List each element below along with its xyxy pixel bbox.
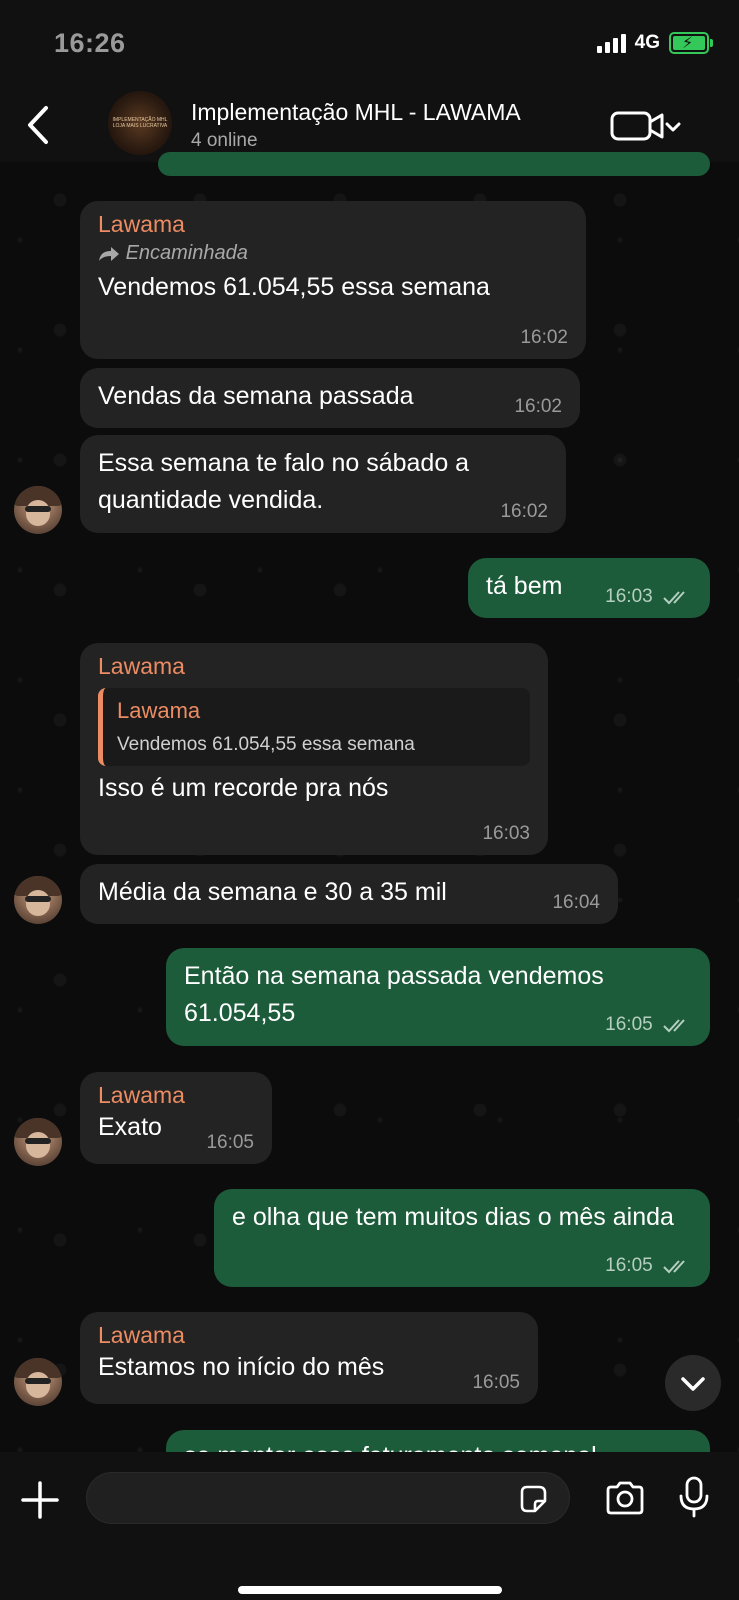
message-time: 16:03 bbox=[605, 586, 653, 607]
forward-arrow-icon bbox=[99, 246, 119, 261]
quoted-text: Vendemos 61.054,55 essa semana bbox=[117, 734, 415, 755]
message-bubble-incoming[interactable]: Vendas da semana passada 16:02 bbox=[80, 368, 580, 428]
chevron-down-icon bbox=[681, 1377, 705, 1391]
message-time: 16:05 bbox=[605, 1255, 653, 1276]
message-bubble-incoming[interactable]: Lawama Exato 16:05 bbox=[80, 1072, 272, 1164]
message-bubble-incoming[interactable]: Lawama Lawama Vendemos 61.054,55 essa se… bbox=[80, 643, 548, 855]
network-label: 4G bbox=[634, 32, 660, 53]
avatar[interactable] bbox=[14, 1118, 62, 1166]
message-bubble-incoming[interactable]: Média da semana e 30 a 35 mil 16:04 bbox=[80, 864, 618, 924]
group-avatar[interactable]: IMPLEMENTAÇÃO MHL LOJA MAIS LUCRATIVA bbox=[108, 91, 172, 155]
message-bubble-outgoing[interactable]: Então na semana passada vendemos 61.054,… bbox=[166, 948, 710, 1046]
message-bubble-outgoing[interactable]: e olha que tem muitos dias o mês ainda 1… bbox=[214, 1189, 710, 1287]
composer-bar bbox=[0, 1452, 739, 1600]
message-time: 16:02 bbox=[514, 396, 562, 417]
message-bubble-incoming[interactable]: Essa semana te falo no sábado a quantida… bbox=[80, 435, 566, 533]
group-logo-text: IMPLEMENTAÇÃO MHL LOJA MAIS LUCRATIVA bbox=[112, 117, 168, 129]
message-time: 16:03 bbox=[482, 823, 530, 844]
sender-name[interactable]: Lawama bbox=[98, 653, 530, 680]
message-text: Essa semana te falo no sábado a quantida… bbox=[98, 449, 470, 514]
plus-icon[interactable] bbox=[20, 1480, 60, 1520]
message-time: 16:05 bbox=[472, 1372, 520, 1393]
double-check-icon bbox=[663, 591, 685, 605]
message-text: Vendas da semana passada bbox=[98, 382, 414, 410]
status-bar: 16:26 4G ⚡ bbox=[0, 0, 739, 90]
message-text: e olha que tem muitos dias o mês ainda bbox=[232, 1203, 674, 1231]
avatar[interactable] bbox=[14, 1358, 62, 1406]
message-time: 16:05 bbox=[206, 1132, 254, 1153]
avatar[interactable] bbox=[14, 486, 62, 534]
message-input[interactable] bbox=[86, 1472, 570, 1524]
sticker-icon[interactable] bbox=[518, 1484, 548, 1514]
forwarded-label: Encaminhada bbox=[98, 242, 568, 265]
scroll-down-button[interactable] bbox=[665, 1355, 721, 1411]
message-bubble-outgoing[interactable] bbox=[158, 152, 710, 176]
message-bubble-incoming[interactable]: Lawama Encaminhada Vendemos 61.054,55 es… bbox=[80, 201, 586, 359]
message-text: Média da semana e 30 a 35 mil bbox=[98, 878, 447, 906]
double-check-icon bbox=[663, 1019, 685, 1033]
message-time: 16:05 bbox=[605, 1014, 653, 1035]
battery-icon: ⚡ bbox=[669, 32, 713, 54]
message-time: 16:02 bbox=[500, 501, 548, 522]
message-bubble-incoming[interactable]: Lawama Estamos no início do mês 16:05 bbox=[80, 1312, 538, 1404]
home-indicator bbox=[238, 1586, 502, 1594]
chat-subtitle: 4 online bbox=[191, 130, 258, 151]
chevron-down-icon bbox=[665, 122, 681, 132]
camera-icon[interactable] bbox=[604, 1480, 646, 1516]
message-text: Isso é um recorde pra nós bbox=[98, 774, 389, 802]
quoted-message[interactable]: Lawama Vendemos 61.054,55 essa semana bbox=[98, 688, 530, 766]
back-chevron-icon[interactable] bbox=[20, 102, 56, 148]
message-bubble-outgoing[interactable]: tá bem 16:03 bbox=[468, 558, 710, 618]
signal-icon bbox=[596, 33, 626, 53]
sender-name[interactable]: Lawama bbox=[98, 211, 568, 238]
sender-name[interactable]: Lawama bbox=[98, 1082, 254, 1109]
message-time: 16:02 bbox=[520, 327, 568, 348]
avatar[interactable] bbox=[14, 876, 62, 924]
video-call-icon[interactable] bbox=[610, 108, 682, 142]
double-check-icon bbox=[663, 1260, 685, 1274]
message-time: 16:04 bbox=[552, 892, 600, 913]
microphone-icon[interactable] bbox=[678, 1476, 710, 1518]
message-text: Estamos no início do mês bbox=[98, 1353, 385, 1381]
sender-name[interactable]: Lawama bbox=[98, 1322, 520, 1349]
chat-title[interactable]: Implementação MHL - LAWAMA bbox=[191, 99, 521, 126]
message-text: Vendemos 61.054,55 essa semana bbox=[98, 273, 490, 301]
status-indicators: 4G ⚡ bbox=[596, 32, 713, 54]
quoted-sender: Lawama bbox=[117, 698, 201, 723]
